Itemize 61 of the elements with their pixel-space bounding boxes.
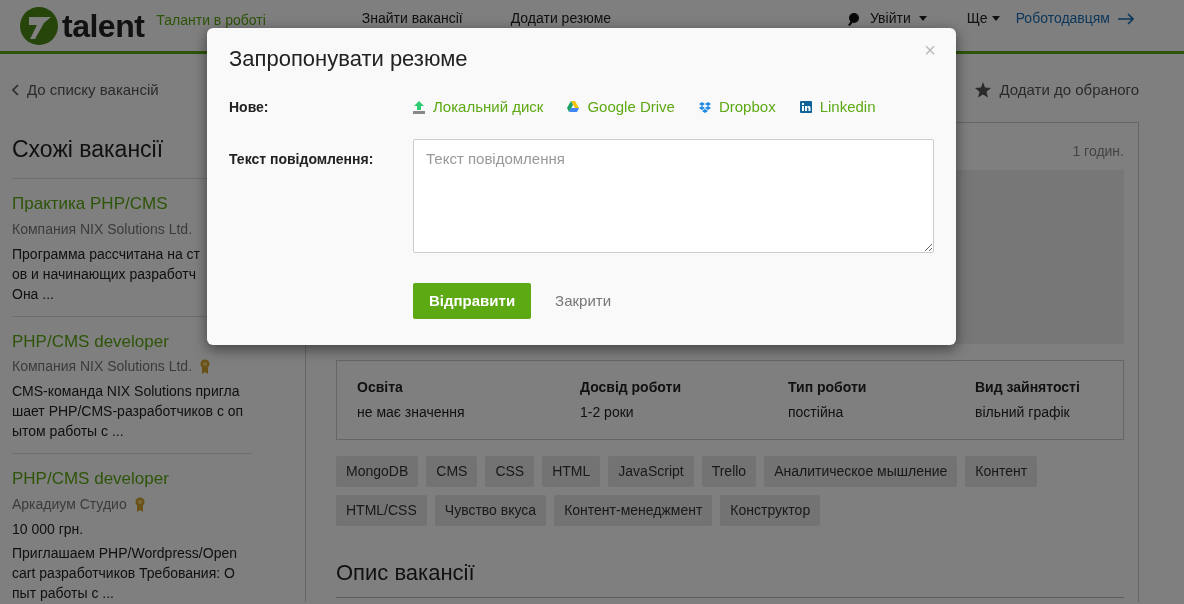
arrow-right-icon bbox=[1118, 11, 1134, 26]
skill-tag: MongoDB bbox=[336, 455, 419, 487]
star-icon bbox=[975, 82, 992, 99]
fact-value: 1-2 роки bbox=[580, 402, 635, 422]
description-line: пыт работы с ... bbox=[12, 583, 115, 603]
skill-tag: HTML/CSS bbox=[336, 494, 427, 526]
company-name: Аркадиум Студио bbox=[12, 494, 127, 514]
caret-icon bbox=[918, 16, 927, 21]
upload-icon bbox=[413, 101, 425, 115]
posted-time: 1 годин. bbox=[1072, 141, 1124, 161]
fact-label: Вид зайнятості bbox=[975, 377, 1080, 397]
sidebar-title: Схожі вакансії bbox=[12, 134, 164, 164]
linkedin-icon bbox=[799, 101, 812, 115]
section-title: Опис вакансії bbox=[336, 555, 1124, 598]
skill-tag: CMS bbox=[426, 455, 478, 487]
description-line: Программа рассчитана на ст bbox=[12, 244, 202, 264]
fact-value: не має значення bbox=[357, 402, 466, 422]
skill-tag: Конструктор bbox=[720, 494, 821, 526]
fact-label: Тип роботи bbox=[788, 377, 868, 397]
triangle-icon bbox=[567, 101, 580, 115]
nav-link[interactable]: Додати резюме bbox=[510, 8, 612, 29]
skill-tag: CSS bbox=[485, 455, 535, 487]
description-line: шает PHP/CMS-разработчиков с оп bbox=[12, 402, 245, 421]
skill-tag: Чувство вкуса bbox=[434, 494, 547, 526]
description-line: CMS-команда NIX Solutions пригла bbox=[12, 382, 241, 401]
logo-text: talent bbox=[62, 6, 145, 46]
skill-tag: Контент bbox=[965, 455, 1038, 487]
description-line: Приглашаем PHP/Wordpress/Open bbox=[12, 543, 238, 563]
description-line: ов и начинающих разработч bbox=[12, 264, 197, 284]
fact-value: постійна bbox=[788, 402, 845, 422]
more-menu[interactable]: Ще bbox=[966, 8, 1000, 29]
fact-value: вільний графік bbox=[975, 402, 1071, 422]
dropbox-icon bbox=[698, 102, 711, 114]
modal-title: Запропонувати резюме bbox=[229, 46, 468, 73]
caret-icon bbox=[991, 16, 1000, 21]
nav-link[interactable]: Знайти вакансії bbox=[361, 8, 463, 29]
company-name: Компания NIX Solutions Ltd. bbox=[12, 357, 193, 376]
close-link[interactable]: Закрити bbox=[555, 289, 612, 313]
description-line: ытом работы с ... bbox=[12, 422, 125, 441]
fact-label: Освіта bbox=[357, 377, 404, 397]
close-button[interactable]: × bbox=[924, 40, 936, 60]
message-field[interactable]: Текст повідомлення bbox=[413, 138, 934, 253]
skill-tag: Trello bbox=[701, 455, 757, 487]
tagline: Таланти в роботі bbox=[156, 11, 266, 30]
skill-tag: Контент-менеджмент bbox=[554, 494, 713, 526]
employers-link[interactable]: Роботодавцям bbox=[1015, 8, 1134, 29]
logo-icon bbox=[20, 6, 58, 45]
salary: 10 000 грн. bbox=[12, 519, 85, 539]
description-line: cart разработчиков Требования: О bbox=[12, 563, 236, 583]
field-label: Текст повідомлення: bbox=[229, 149, 375, 169]
login-link[interactable]: Увійти bbox=[848, 8, 927, 29]
send-button[interactable]: Відправити bbox=[413, 282, 532, 320]
fact-label: Досвід роботи bbox=[580, 377, 682, 397]
job-title-link[interactable]: PHP/CMS developer bbox=[12, 466, 252, 492]
key-icon bbox=[848, 11, 862, 26]
company-name: Компания NIX Solutions Ltd. bbox=[12, 219, 193, 239]
description-line: Она ... bbox=[12, 284, 55, 304]
skill-tag: Аналитическое мышление bbox=[764, 455, 958, 487]
skill-tag: HTML bbox=[542, 455, 601, 487]
chevron-left-icon bbox=[12, 84, 19, 97]
skill-tag: JavaScript bbox=[608, 455, 694, 487]
